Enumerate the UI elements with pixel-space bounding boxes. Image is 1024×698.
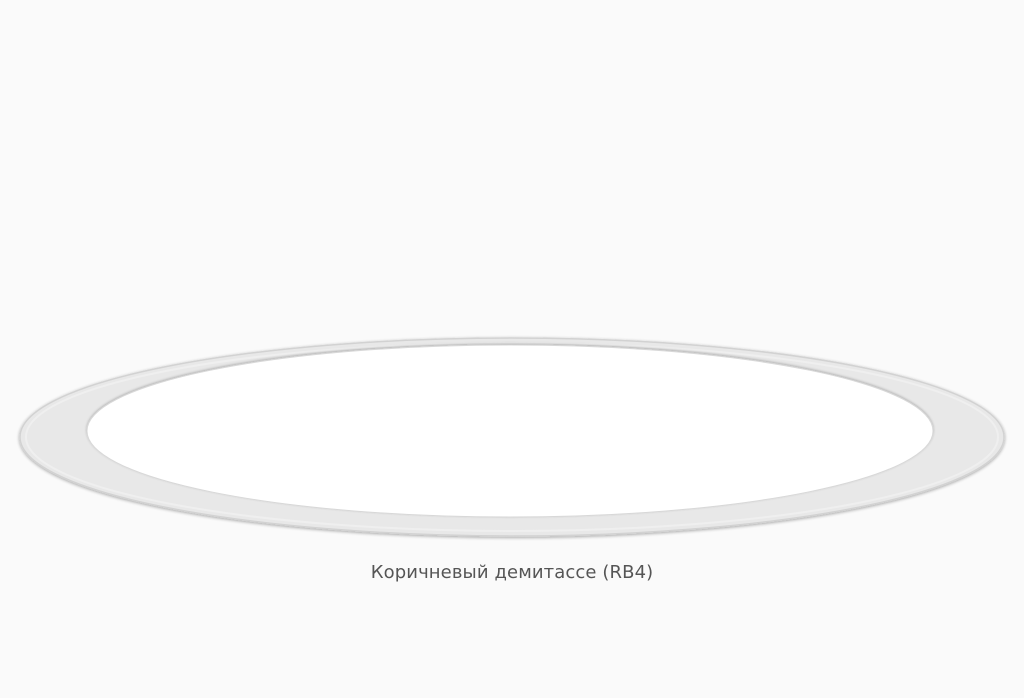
product-viewer: Коричневый демитассе (RB4) (0, 0, 1024, 698)
saucer-image (19, 337, 1005, 537)
saucer-well (86, 344, 934, 518)
product-caption: Коричневый демитассе (RB4) (370, 562, 654, 583)
